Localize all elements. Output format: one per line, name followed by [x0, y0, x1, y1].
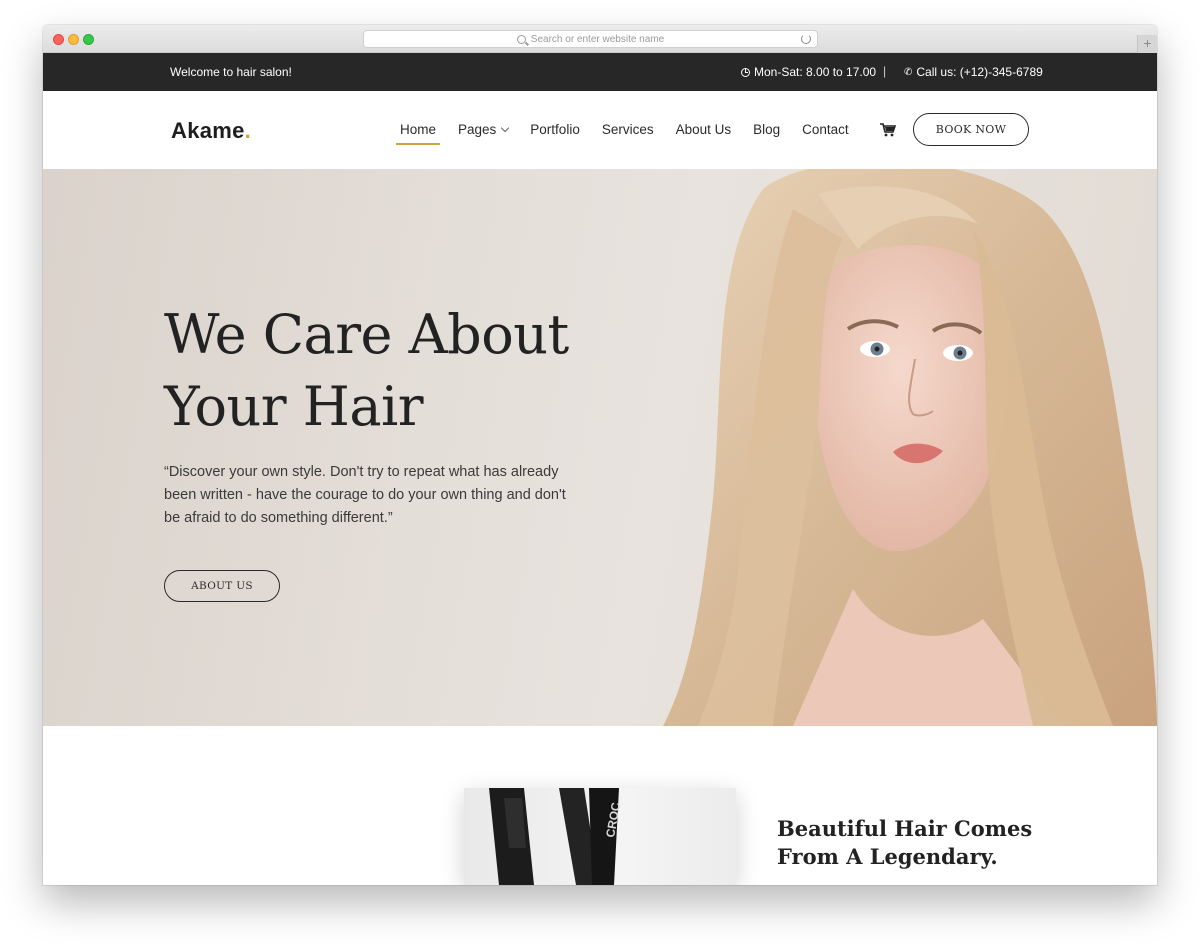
logo-dot: . [244, 118, 252, 143]
nav-label: Portfolio [530, 122, 580, 137]
nav-item-home[interactable]: Home [395, 122, 441, 145]
browser-toolbar: Search or enter website name + [43, 25, 1157, 53]
chevron-down-icon [501, 123, 510, 133]
nav-label: Home [400, 122, 437, 137]
close-window-button[interactable] [53, 34, 64, 45]
hair-straightener-image: CROC [489, 788, 623, 885]
site-header: Akame. Home Pages Portfolio Services Abo… [43, 91, 1157, 169]
intro-section: CROC Beautiful Hair Comes From A Legenda… [43, 726, 1157, 885]
nav-label: About Us [675, 122, 732, 137]
hero-title: We Care About Your Hair [164, 299, 624, 443]
nav-item-portfolio[interactable]: Portfolio [530, 122, 580, 137]
address-placeholder: Search or enter website name [530, 33, 665, 45]
nav-item-about-us[interactable]: About Us [676, 122, 732, 137]
new-tab-button[interactable]: + [1137, 35, 1157, 53]
hero-quote-line1: “Discover your own style. Don't try to r… [164, 464, 559, 480]
reload-icon[interactable] [801, 34, 811, 44]
nav-label: Blog [753, 122, 781, 137]
nav-label: Pages [458, 122, 497, 137]
browser-window: Search or enter website name + Welcome t… [43, 25, 1157, 885]
nav-label: Services [601, 122, 654, 137]
hero-title-line1: We Care About [164, 303, 569, 366]
hero-quote-line3: be afraid to do something different.” [164, 510, 393, 526]
about-us-button[interactable]: ABOUT US [164, 570, 280, 602]
main-navigation: Home Pages Portfolio Services About Us B… [395, 122, 871, 145]
section-title-line1: Beautiful Hair Comes [777, 816, 1033, 841]
nav-label: Contact [802, 122, 849, 137]
section-title: Beautiful Hair Comes From A Legendary. [777, 815, 1037, 871]
site-logo[interactable]: Akame. [171, 118, 251, 144]
logo-text: Akame [171, 118, 245, 143]
divider: | [883, 64, 887, 78]
zoom-window-button[interactable] [83, 34, 94, 45]
search-icon [516, 34, 526, 44]
phone-text: Call us: (+12)-345-6789 [916, 65, 1043, 79]
hero-section: We Care About Your Hair “Discover your o… [43, 169, 1157, 726]
hero-quote-line2: been written - have the courage to do yo… [164, 487, 566, 503]
nav-item-services[interactable]: Services [602, 122, 654, 137]
opening-hours: Mon-Sat: 8.00 to 17.00 [741, 65, 876, 79]
minimize-window-button[interactable] [68, 34, 79, 45]
hero-portrait-image [663, 169, 1157, 726]
hero-title-line2: Your Hair [164, 375, 424, 438]
opening-hours-text: Mon-Sat: 8.00 to 17.00 [754, 65, 877, 79]
nav-item-contact[interactable]: Contact [802, 122, 849, 137]
hero-quote: “Discover your own style. Don't try to r… [164, 461, 594, 530]
welcome-text: Welcome to hair salon! [170, 65, 292, 79]
phone-contact[interactable]: ✆ Call us: (+12)-345-6789 [904, 65, 1043, 79]
section-title-line2: From A Legendary. [777, 844, 998, 869]
address-bar[interactable]: Search or enter website name [363, 30, 818, 48]
clock-icon [741, 67, 750, 77]
product-image: CROC [464, 788, 736, 885]
cart-icon[interactable] [880, 123, 896, 137]
nav-item-pages[interactable]: Pages [458, 122, 510, 137]
top-info-bar: Welcome to hair salon! Mon-Sat: 8.00 to … [43, 53, 1157, 91]
book-now-button[interactable]: BOOK NOW [913, 113, 1029, 146]
phone-icon: ✆ [904, 66, 913, 78]
nav-item-blog[interactable]: Blog [753, 122, 780, 137]
